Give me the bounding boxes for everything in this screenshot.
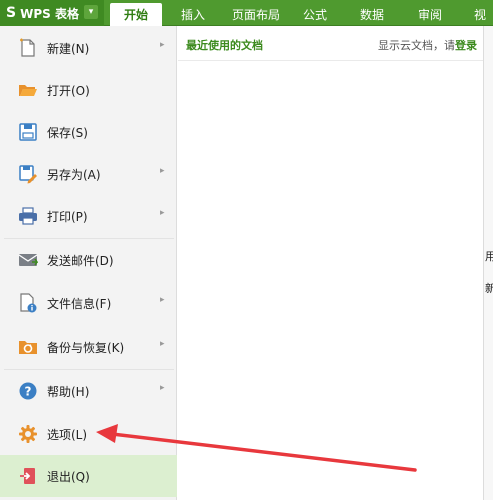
menu-item-label: 文件信息(F): [47, 297, 112, 311]
exit-icon: [20, 468, 35, 484]
tab-data[interactable]: 数据: [360, 6, 384, 23]
menu-item-options[interactable]: 选项(L): [0, 413, 177, 455]
mail-icon: [18, 254, 38, 266]
menu-item-label: 选项(L): [47, 428, 88, 442]
underlying-text: 用: [485, 250, 493, 263]
submenu-arrow-icon: ▸: [160, 383, 165, 393]
menu-item-file-info[interactable]: 文件信息(F) ▸: [0, 282, 177, 324]
recent-documents-panel: 最近使用的文档 显示云文档，请登录: [178, 26, 483, 500]
panel-divider: [178, 60, 483, 61]
tab-review[interactable]: 审阅: [418, 6, 442, 23]
gear-icon: [19, 425, 37, 443]
menu-item-label: 打开(O): [47, 84, 90, 98]
app-name: WPS 表格: [20, 6, 79, 21]
new-document-icon: [20, 38, 35, 57]
menu-item-open[interactable]: 打开(O): [0, 69, 177, 111]
underlying-text: 新: [485, 282, 493, 295]
menu-item-new[interactable]: 新建(N) ▸: [0, 27, 177, 69]
ribbon-tab-bar: S WPS 表格 ▾ 开始 插入 页面布局 公式 数据 审阅 视图: [0, 0, 493, 39]
printer-icon: [19, 207, 37, 225]
menu-item-label: 备份与恢复(K): [47, 341, 125, 355]
menu-item-label: 退出(Q): [47, 470, 90, 484]
tab-home[interactable]: 开始: [110, 3, 163, 26]
menu-item-label: 另存为(A): [47, 168, 101, 182]
menu-item-save-as[interactable]: 另存为(A) ▸: [0, 153, 177, 195]
help-icon: ?: [19, 382, 37, 400]
submenu-arrow-icon: ▸: [160, 295, 165, 305]
menu-item-send-mail[interactable]: 发送邮件(D): [0, 239, 177, 281]
file-info-icon: [20, 293, 37, 313]
backup-restore-icon: [19, 341, 37, 354]
recent-documents-title: 最近使用的文档: [186, 39, 263, 52]
save-as-icon: [19, 165, 37, 184]
submenu-arrow-icon: ▸: [160, 208, 165, 218]
tab-page-layout[interactable]: 页面布局: [232, 6, 280, 23]
submenu-arrow-icon: ▸: [160, 166, 165, 176]
menu-item-help[interactable]: ? 帮助(H) ▸: [0, 370, 177, 412]
menu-item-backup-restore[interactable]: 备份与恢复(K) ▸: [0, 326, 177, 368]
file-menu: 新建(N) ▸ 打开(O) 保存(S) 另存为(A) ▸ 打印(P) ▸ 发送邮…: [0, 26, 177, 500]
menu-item-print[interactable]: 打印(P) ▸: [0, 195, 177, 237]
menu-item-label: 打印(P): [47, 210, 88, 224]
submenu-arrow-icon: ▸: [160, 339, 165, 349]
submenu-arrow-icon: ▸: [160, 40, 165, 50]
wps-app-menu-button[interactable]: S WPS 表格 ▾: [0, 0, 104, 26]
cloud-docs-hint: 显示云文档，请登录: [378, 37, 477, 53]
menu-item-save[interactable]: 保存(S): [0, 111, 177, 153]
tab-insert[interactable]: 插入: [181, 6, 205, 23]
cloud-docs-hint-text: 显示云文档，请: [378, 39, 455, 52]
menu-item-label: 发送邮件(D): [47, 254, 114, 268]
tab-formulas[interactable]: 公式: [303, 6, 327, 23]
folder-open-icon: [19, 85, 37, 96]
menu-item-label: 帮助(H): [47, 385, 90, 399]
svg-text:?: ?: [25, 385, 32, 399]
login-link[interactable]: 登录: [455, 39, 477, 52]
chevron-down-icon[interactable]: ▾: [84, 5, 98, 19]
menu-item-label: 新建(N): [47, 42, 90, 56]
menu-item-label: 保存(S): [47, 126, 88, 140]
menu-item-exit[interactable]: 退出(Q): [0, 455, 177, 497]
save-icon: [19, 123, 37, 141]
wps-logo-icon: S: [6, 5, 17, 21]
